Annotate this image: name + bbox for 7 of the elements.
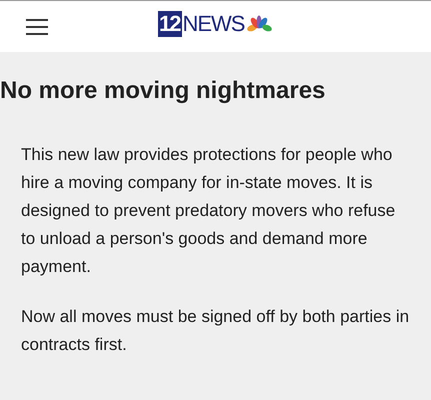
logo-number: 12 [158,11,182,37]
article-title: No more moving nightmares [0,76,326,106]
article-paragraph: This new law provides protections for people who hire a moving company for in-state moves. It is designed to prevent predatory movers who refuse to unload a person's goods and demand more payment. [21,144,396,278]
menu-icon[interactable] [26,18,48,34]
article-paragraph: Now all moves must be signed off by both parties in contracts first. [21,306,410,356]
logo-text: NEWS [182,11,244,37]
peacock-icon [247,15,274,33]
